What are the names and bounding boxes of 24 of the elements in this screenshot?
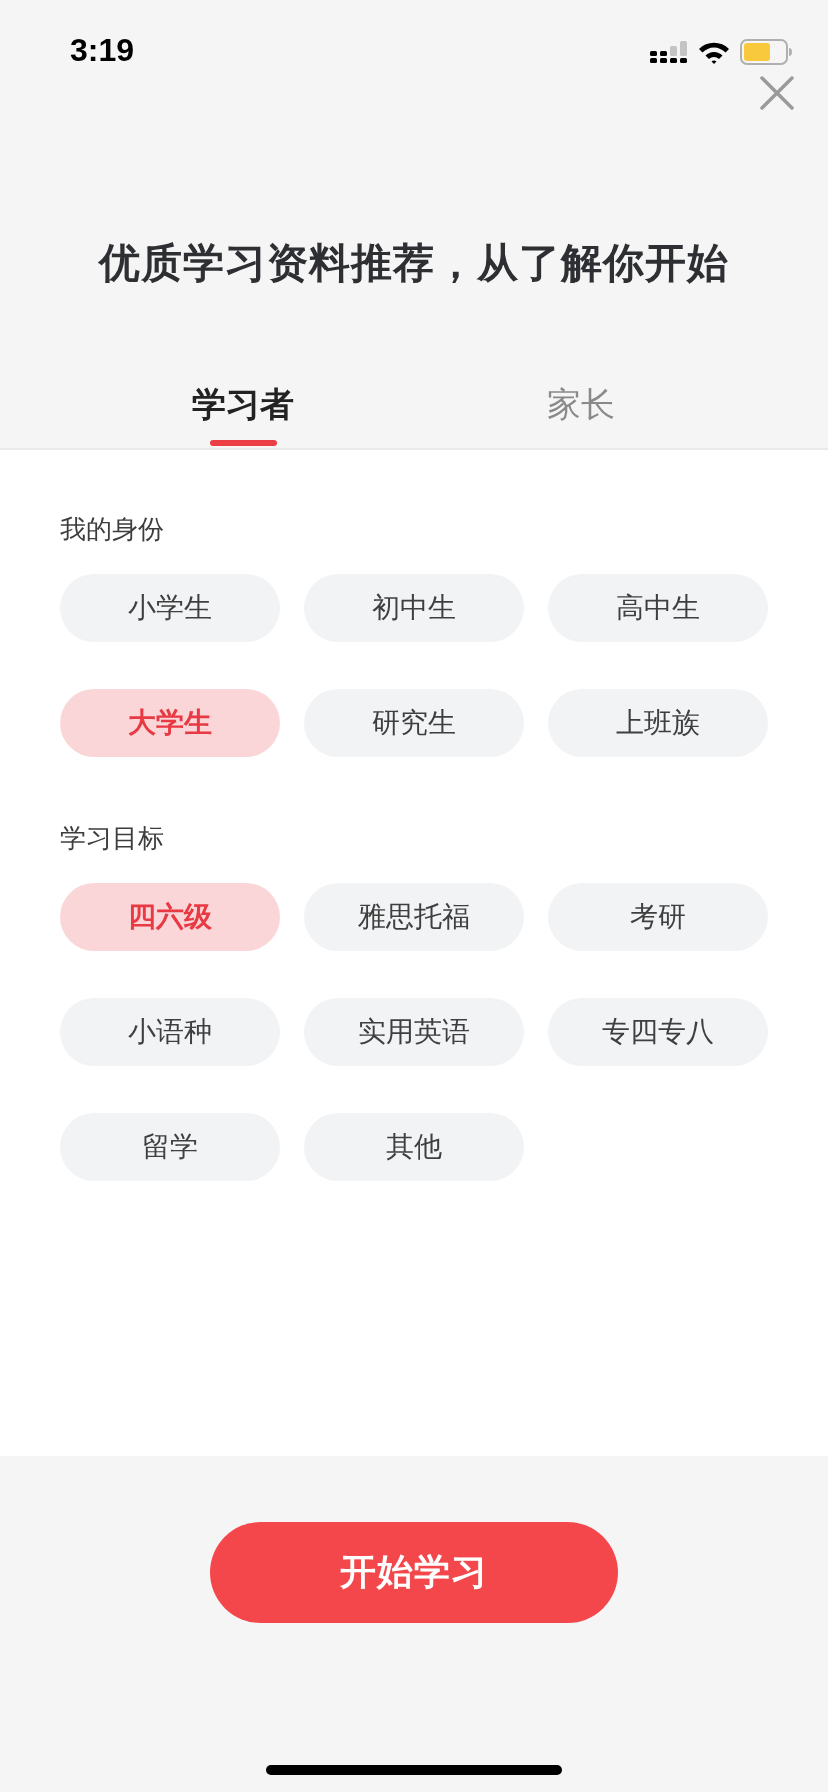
section-label: 我的身份 (60, 513, 164, 546)
option-chip[interactable]: 雅思托福 (304, 883, 524, 951)
battery-icon (740, 39, 792, 65)
option-chip[interactable]: 小语种 (60, 998, 280, 1066)
close-button[interactable] (760, 76, 794, 110)
close-icon (760, 76, 794, 110)
signal-icon (650, 41, 688, 63)
start-learning-button[interactable]: 开始学习 (210, 1522, 618, 1623)
option-chip[interactable]: 专四专八 (548, 998, 768, 1066)
option-chip[interactable]: 考研 (548, 883, 768, 951)
tab[interactable]: 学习者 (192, 382, 294, 448)
option-chip[interactable]: 高中生 (548, 574, 768, 642)
option-chip[interactable]: 实用英语 (304, 998, 524, 1066)
option-chip[interactable]: 研究生 (304, 689, 524, 757)
status-time: 3:19 (70, 31, 135, 70)
active-tab-indicator (209, 440, 277, 446)
option-chip[interactable]: 其他 (304, 1113, 524, 1181)
option-chip[interactable]: 上班族 (548, 689, 768, 757)
page-title: 优质学习资料推荐，从了解你开始 (99, 238, 729, 289)
option-chip[interactable]: 初中生 (304, 574, 524, 642)
option-chip[interactable]: 留学 (60, 1113, 280, 1181)
section-label: 学习目标 (60, 822, 164, 855)
wifi-icon (698, 40, 730, 64)
option-chip[interactable]: 小学生 (60, 574, 280, 642)
